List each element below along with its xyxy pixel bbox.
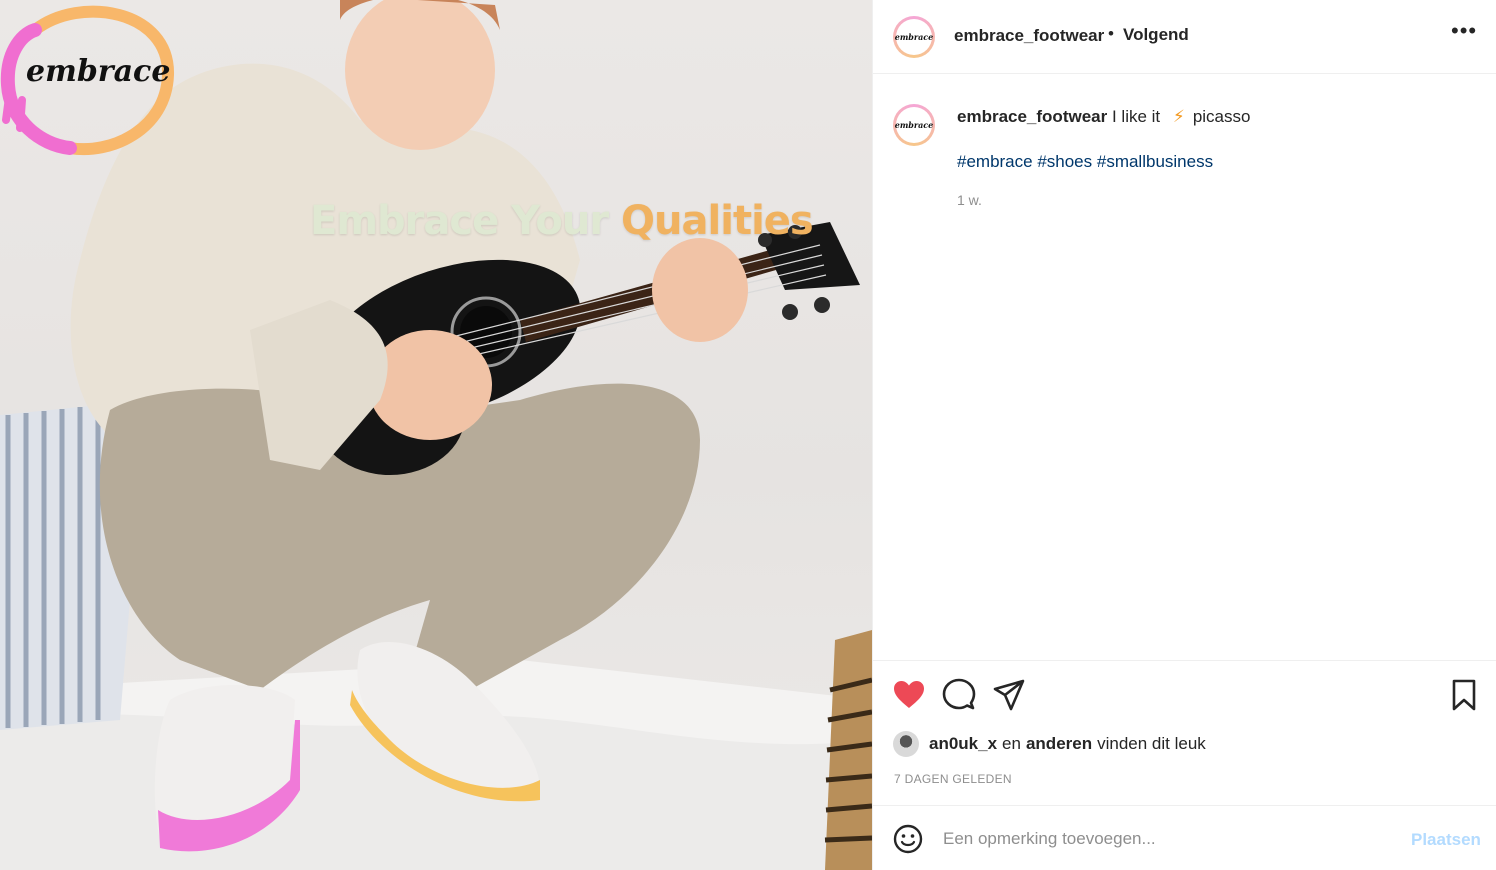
comment-bar: Plaatsen [873, 805, 1496, 870]
header-username-link[interactable]: embrace_footwear [954, 26, 1104, 46]
emoji-icon[interactable] [893, 824, 923, 854]
post-details-panel: embrace embrace_footwear • Volgend ••• e… [872, 0, 1496, 870]
following-button[interactable]: Volgend [1123, 25, 1189, 45]
caption-body-end: picasso [1192, 107, 1251, 126]
caption-text: embrace_footwear I like it ⚡ picasso [957, 107, 1250, 127]
liker-avatar[interactable] [893, 731, 919, 757]
comment-input[interactable] [943, 826, 1383, 852]
more-options-icon[interactable]: ••• [1451, 20, 1476, 46]
caption-hashtags[interactable]: #embrace #shoes #smallbusiness [957, 152, 1213, 172]
likes-summary: an0uk_x en anderen vinden dit leuk [893, 731, 1211, 757]
wicker-basket [824, 630, 872, 870]
caption-avatar[interactable]: embrace [893, 104, 935, 146]
lightning-emoji-icon: ⚡ [1172, 107, 1185, 126]
heart-filled-icon[interactable] [892, 678, 926, 712]
post-overlay-text: Embrace Your Qualities [310, 198, 814, 244]
caption-username-link[interactable]: embrace_footwear [957, 107, 1107, 126]
caption-age: 1 w. [957, 192, 982, 208]
logo-wordmark: embrace [26, 54, 171, 89]
post-image[interactable]: embrace Embrace Your Qualities [0, 0, 872, 870]
others-link[interactable]: anderen [1026, 734, 1092, 754]
post-caption: embrace embrace_footwear I like it ⚡ pica… [873, 74, 1496, 660]
post-comment-button[interactable]: Plaatsen [1411, 830, 1481, 850]
caption-body: I like it [1111, 107, 1161, 126]
post-header: embrace embrace_footwear • Volgend ••• [873, 0, 1496, 74]
post-timestamp: 7 DAGEN GELEDEN [894, 772, 1012, 786]
separator-dot: • [1108, 24, 1114, 43]
comment-icon[interactable] [942, 678, 976, 712]
bookmark-icon[interactable] [1447, 678, 1481, 712]
liker-username-link[interactable]: an0uk_x [929, 734, 997, 754]
avatar[interactable]: embrace [893, 16, 935, 58]
action-bar: an0uk_x en anderen vinden dit leuk 7 DAG… [873, 660, 1496, 805]
share-icon[interactable] [992, 678, 1026, 712]
